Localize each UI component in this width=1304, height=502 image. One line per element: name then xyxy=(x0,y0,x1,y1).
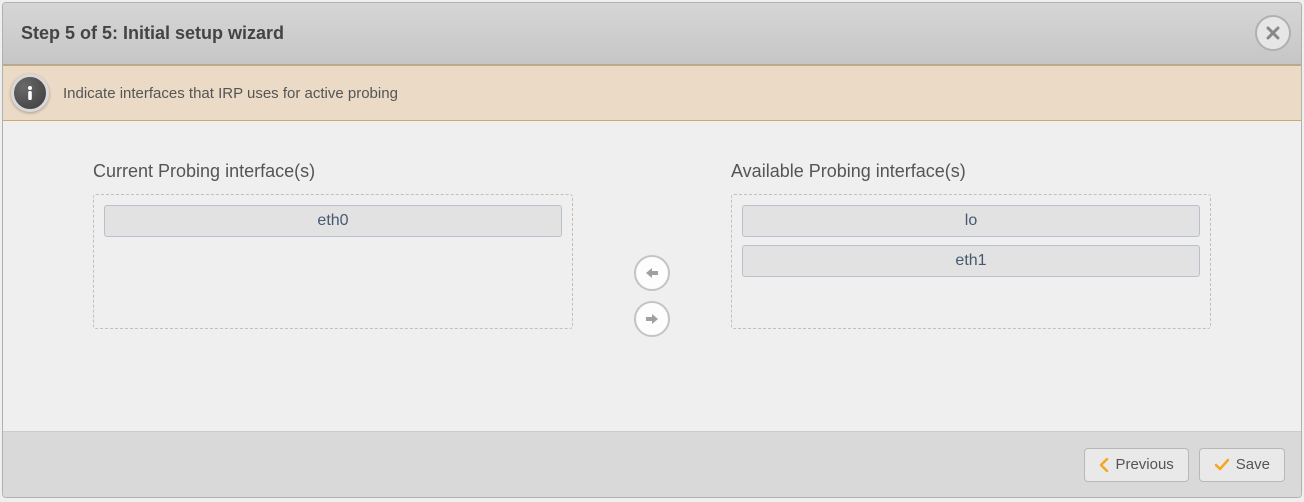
wizard-dialog: Step 5 of 5: Initial setup wizard Indica… xyxy=(2,2,1302,498)
move-right-button[interactable] xyxy=(634,301,670,337)
current-panel-title: Current Probing interface(s) xyxy=(93,161,573,182)
info-icon xyxy=(11,74,49,112)
transfer-controls xyxy=(573,181,731,411)
move-left-button[interactable] xyxy=(634,255,670,291)
chevron-left-icon xyxy=(1099,458,1109,472)
previous-label: Previous xyxy=(1115,456,1173,473)
close-icon xyxy=(1265,25,1281,41)
current-list-box: eth0 xyxy=(93,194,573,329)
current-panel: Current Probing interface(s) eth0 xyxy=(93,161,573,411)
title-bar: Step 5 of 5: Initial setup wizard xyxy=(3,3,1301,65)
previous-button[interactable]: Previous xyxy=(1084,448,1188,482)
save-button[interactable]: Save xyxy=(1199,448,1285,482)
available-panel: Available Probing interface(s) lo eth1 xyxy=(731,161,1211,411)
footer: Previous Save xyxy=(3,431,1301,497)
info-message: Indicate interfaces that IRP uses for ac… xyxy=(63,85,398,102)
available-panel-title: Available Probing interface(s) xyxy=(731,161,1211,182)
list-item[interactable]: eth0 xyxy=(104,205,562,237)
list-item[interactable]: eth1 xyxy=(742,245,1200,277)
arrow-left-icon xyxy=(643,266,661,280)
content-area: Current Probing interface(s) eth0 Availa… xyxy=(3,121,1301,431)
save-label: Save xyxy=(1236,456,1270,473)
info-bar: Indicate interfaces that IRP uses for ac… xyxy=(3,65,1301,121)
check-icon xyxy=(1214,458,1230,472)
available-list-box: lo eth1 xyxy=(731,194,1211,329)
close-button[interactable] xyxy=(1255,15,1291,51)
arrow-right-icon xyxy=(643,312,661,326)
list-item[interactable]: lo xyxy=(742,205,1200,237)
dialog-title: Step 5 of 5: Initial setup wizard xyxy=(21,23,284,44)
